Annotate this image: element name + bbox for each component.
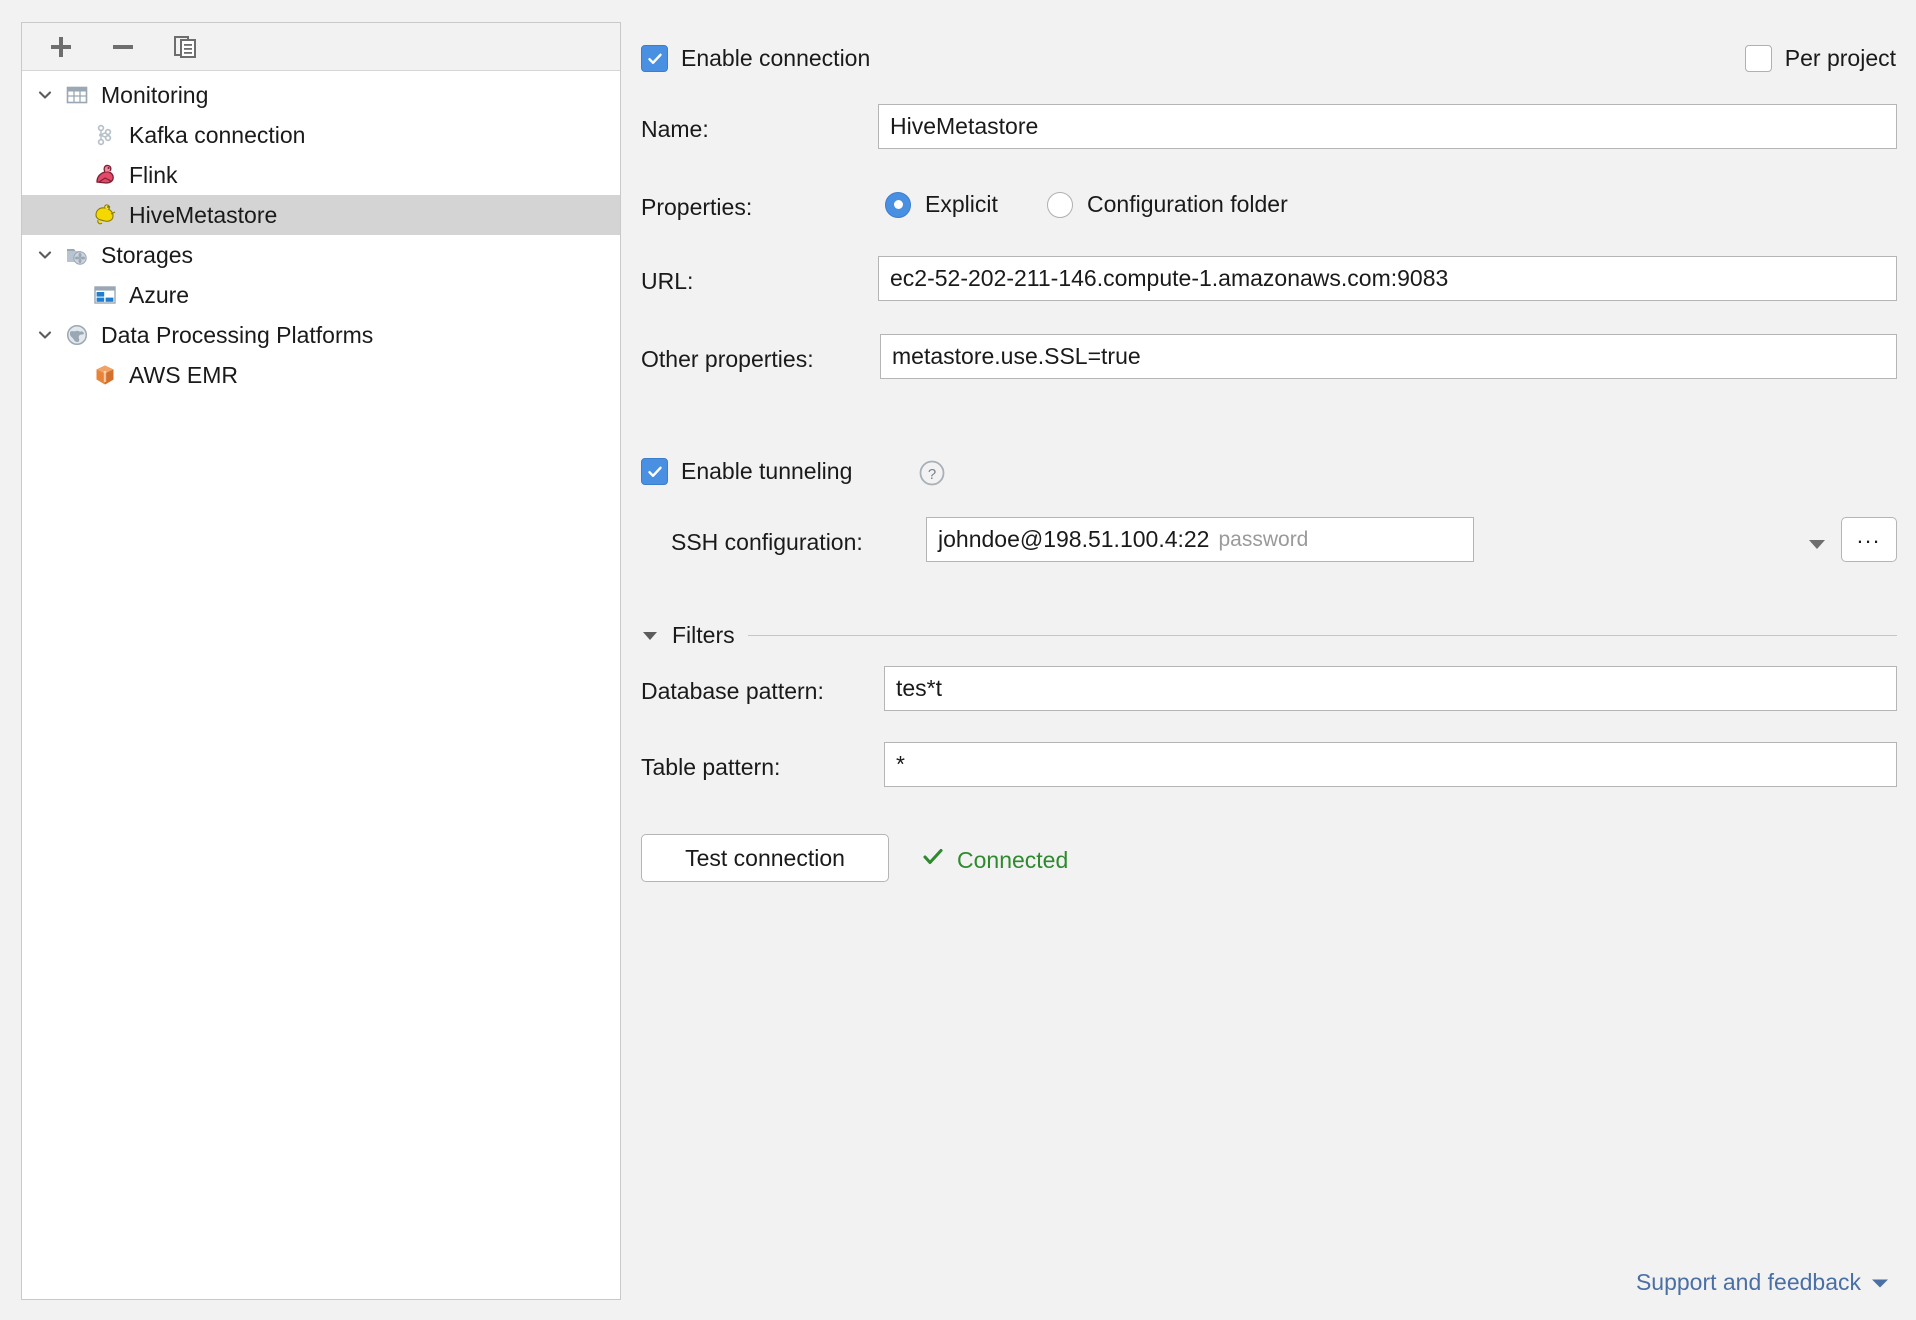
aws-emr-icon (90, 361, 120, 389)
tree-item-monitoring[interactable]: Monitoring (22, 75, 620, 115)
tree-item-flink[interactable]: Flink (22, 155, 620, 195)
filters-section-header[interactable]: Filters (641, 622, 1897, 649)
enable-connection-label: Enable connection (681, 45, 871, 71)
tree-item-hivemetastore[interactable]: HiveMetastore (22, 195, 620, 235)
radio-circle (885, 191, 911, 218)
enable-tunneling-label: Enable tunneling (681, 458, 853, 484)
globe-icon (62, 321, 92, 349)
name-label: Name: (641, 116, 709, 142)
ssh-configuration-combobox[interactable]: johndoe@198.51.100.4:22 password (926, 517, 1474, 562)
plus-icon (48, 34, 74, 60)
tree-item-label: Kafka connection (129, 121, 306, 148)
ssh-configuration-label: SSH configuration: (671, 529, 863, 555)
enable-connection-checkbox[interactable]: Enable connection (641, 45, 870, 72)
ssh-browse-button[interactable]: ... (1841, 517, 1897, 562)
status-badge: Connected (957, 846, 1069, 873)
connection-status: Connected (922, 846, 1068, 874)
url-label: URL: (641, 268, 694, 294)
tree-item-label: HiveMetastore (129, 201, 278, 228)
chevron-down-icon[interactable] (1870, 1269, 1890, 1296)
chevron-down-icon[interactable] (28, 326, 62, 344)
hive-icon (90, 201, 120, 229)
checkbox-box (641, 45, 668, 72)
per-project-label: Per project (1784, 45, 1896, 71)
properties-radio-explicit[interactable]: Explicit (885, 191, 998, 218)
top-options-row: Enable connection Per project (641, 45, 1896, 72)
test-connection-label: Test connection (685, 844, 845, 871)
filters-title: Filters (672, 622, 735, 648)
tree-item-storages[interactable]: Storages (22, 235, 620, 275)
tree-item-label: Flink (129, 161, 178, 188)
database-pattern-input[interactable]: tes*t (884, 666, 1897, 711)
checkbox-box (1744, 45, 1772, 72)
section-divider (747, 635, 1897, 636)
flink-icon (90, 161, 120, 189)
ssh-auth-hint: password (1218, 527, 1309, 551)
radio-label: Configuration folder (1087, 191, 1288, 217)
support-and-feedback-label: Support and feedback (1635, 1269, 1861, 1295)
checkbox-box (641, 458, 668, 485)
radio-label: Explicit (925, 191, 998, 217)
test-connection-button[interactable]: Test connection (641, 834, 889, 882)
tree-item-data-processing-platforms[interactable]: Data Processing Platforms (22, 315, 620, 355)
other-properties-input[interactable]: metastore.use.SSL=true (880, 334, 1897, 379)
add-button[interactable] (44, 30, 78, 64)
enable-tunneling-checkbox[interactable]: Enable tunneling (641, 458, 852, 485)
properties-radio-configuration-folder[interactable]: Configuration folder (1047, 191, 1288, 218)
chevron-down-icon[interactable] (28, 86, 62, 104)
check-icon (922, 846, 944, 874)
table-pattern-label: Table pattern: (641, 754, 781, 780)
remove-button[interactable] (106, 30, 140, 64)
ssh-browse-label: ... (1856, 522, 1882, 548)
tree-item-label: Azure (129, 281, 190, 308)
sidebar-toolbar (22, 23, 620, 71)
tree-item-label: Storages (101, 241, 194, 268)
copy-icon (172, 34, 198, 60)
table-grid-icon (62, 81, 92, 109)
tree-item-label: AWS EMR (129, 361, 239, 388)
radio-circle (1047, 191, 1073, 218)
tree-item-label: Monitoring (101, 81, 209, 108)
minus-icon (110, 34, 136, 60)
name-input[interactable]: HiveMetastore (878, 104, 1897, 149)
svg-text:?: ? (928, 466, 936, 483)
kafka-icon (90, 121, 120, 149)
other-properties-label: Other properties: (641, 346, 814, 372)
connections-sidebar: Monitoring Kafka connection Flink HiveMe… (21, 22, 621, 1300)
storages-folder-icon (62, 241, 92, 269)
duplicate-button[interactable] (168, 30, 202, 64)
support-and-feedback-link[interactable]: Support and feedback (1636, 1269, 1890, 1296)
connections-tree[interactable]: Monitoring Kafka connection Flink HiveMe… (22, 71, 620, 1299)
triangle-down-icon[interactable] (641, 622, 659, 649)
ssh-configuration-value: johndoe@198.51.100.4:22 (938, 526, 1210, 552)
chevron-down-icon[interactable] (1806, 531, 1828, 558)
azure-icon (90, 281, 120, 309)
table-pattern-input[interactable]: * (884, 742, 1897, 787)
chevron-down-icon[interactable] (28, 246, 62, 264)
url-input[interactable]: ec2-52-202-211-146.compute-1.amazonaws.c… (878, 256, 1897, 301)
per-project-checkbox[interactable]: Per project (1744, 45, 1896, 72)
tree-item-azure[interactable]: Azure (22, 275, 620, 315)
tree-item-kafka-connection[interactable]: Kafka connection (22, 115, 620, 155)
tree-item-aws-emr[interactable]: AWS EMR (22, 355, 620, 395)
connection-settings-panel: Enable connection Per project Name: Hive… (622, 0, 1916, 1320)
properties-label: Properties: (641, 194, 753, 220)
database-pattern-label: Database pattern: (641, 678, 824, 704)
tree-item-label: Data Processing Platforms (101, 321, 374, 348)
help-question-icon[interactable]: ? (917, 458, 947, 494)
